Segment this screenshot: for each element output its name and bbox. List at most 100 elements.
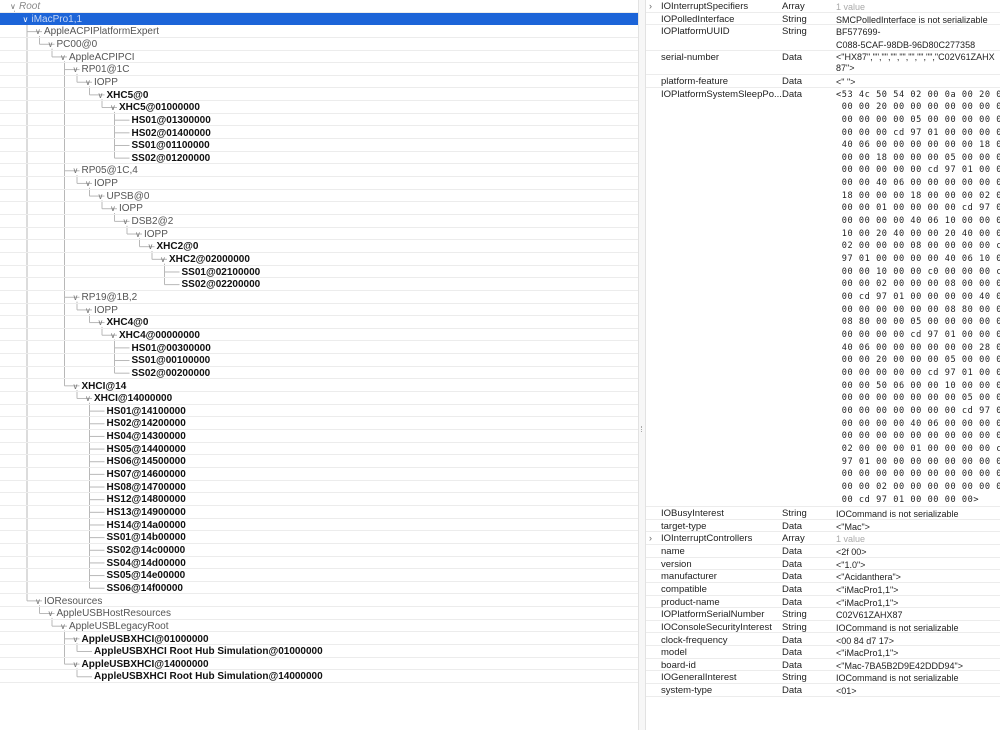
- tree-row[interactable]: SS06@14f00000: [0, 582, 638, 595]
- tree-row-selected[interactable]: ∨ iMacPro1,1: [0, 12, 638, 26]
- property-row[interactable]: system-type Data <01>: [646, 684, 1000, 697]
- tree-row[interactable]: SS02@14c00000: [0, 544, 638, 557]
- disclosure-chevron-down-icon[interactable]: ∨: [73, 635, 79, 644]
- disclosure-chevron-down-icon[interactable]: ∨: [48, 40, 54, 49]
- tree-row[interactable]: HS14@14a00000: [0, 519, 638, 532]
- tree-row[interactable]: ∨ RP19@1B,2: [0, 291, 638, 304]
- property-row[interactable]: › IOInterruptControllers Array 1 value: [646, 532, 1000, 545]
- tree-row[interactable]: ∨ AppleACPIPlatformExpert: [0, 25, 638, 38]
- disclosure-chevron-down-icon[interactable]: ∨: [135, 230, 141, 239]
- tree-row[interactable]: SS02@01200000: [0, 152, 638, 165]
- disclosure-chevron-right-icon[interactable]: ›: [649, 533, 652, 543]
- property-row[interactable]: compatible Data <"iMacPro1,1">: [646, 582, 1000, 596]
- tree-row[interactable]: HS13@14900000: [0, 506, 638, 519]
- tree-row[interactable]: HS01@14100000: [0, 405, 638, 418]
- disclosure-chevron-down-icon[interactable]: ∨: [10, 2, 16, 11]
- disclosure-chevron-down-icon[interactable]: ∨: [73, 660, 79, 669]
- tree-row[interactable]: ∨ RP05@1C,4: [0, 164, 638, 178]
- property-row[interactable]: platform-feature Data <" ">: [646, 74, 1000, 88]
- tree-row[interactable]: AppleUSBXHCI Root Hub Simulation@1400000…: [0, 670, 638, 684]
- tree-row[interactable]: HS02@01400000: [0, 127, 638, 140]
- tree-row[interactable]: HS01@00300000: [0, 342, 638, 355]
- registry-tree-pane[interactable]: ∨ Root ∨ iMacPro1,1 ∨ AppleACPIPlatformExpert…: [0, 0, 638, 730]
- tree-row[interactable]: SS01@02100000: [0, 266, 638, 279]
- tree-row[interactable]: ∨ IOPP: [0, 202, 638, 215]
- tree-row[interactable]: HS08@14700000: [0, 481, 638, 494]
- tree-row[interactable]: ∨ DSB2@2: [0, 215, 638, 228]
- disclosure-chevron-down-icon[interactable]: ∨: [85, 306, 91, 315]
- property-row[interactable]: IOPlatformSerialNumber String C02V61ZAHX87: [646, 608, 1000, 621]
- property-row[interactable]: product-name Data <"iMacPro1,1">: [646, 595, 1000, 609]
- tree-row[interactable]: HS04@14300000: [0, 430, 638, 443]
- disclosure-chevron-down-icon[interactable]: ∨: [73, 382, 79, 391]
- disclosure-chevron-down-icon[interactable]: ∨: [48, 609, 54, 618]
- disclosure-chevron-down-icon[interactable]: ∨: [85, 394, 91, 403]
- tree-row[interactable]: HS12@14800000: [0, 493, 638, 506]
- disclosure-chevron-down-icon[interactable]: ∨: [98, 318, 104, 327]
- property-row[interactable]: IOConsoleSecurityInterest String IOCommand…: [646, 620, 1000, 634]
- disclosure-chevron-down-icon[interactable]: ∨: [60, 53, 66, 62]
- tree-row[interactable]: HS05@14400000: [0, 443, 638, 456]
- tree-row[interactable]: AppleUSBXHCI Root Hub Simulation@0100000…: [0, 645, 638, 658]
- disclosure-chevron-down-icon[interactable]: ∨: [110, 331, 116, 340]
- disclosure-chevron-down-icon[interactable]: ∨: [73, 166, 79, 175]
- property-row[interactable]: › IOInterruptSpecifiers Array 1 value: [646, 0, 1000, 13]
- tree-row[interactable]: ∨ IOResources: [0, 595, 638, 608]
- tree-row[interactable]: ∨ Root: [0, 0, 638, 13]
- property-row[interactable]: clock-frequency Data <00 84 d7 17>: [646, 633, 1000, 647]
- disclosure-chevron-down-icon[interactable]: ∨: [110, 103, 116, 112]
- tree-row[interactable]: ∨ XHC5@01000000: [0, 101, 638, 114]
- disclosure-chevron-down-icon[interactable]: ∨: [123, 217, 129, 226]
- tree-row[interactable]: SS01@14b00000: [0, 531, 638, 544]
- disclosure-chevron-down-icon[interactable]: ∨: [73, 65, 79, 74]
- property-row[interactable]: serial-number Data <"HX87","","","","","",…: [646, 50, 1000, 75]
- tree-row[interactable]: ∨ IOPP: [0, 304, 638, 317]
- disclosure-chevron-down-icon[interactable]: ∨: [60, 622, 66, 631]
- tree-row[interactable]: ∨ IOPP: [0, 177, 638, 190]
- disclosure-chevron-down-icon[interactable]: ∨: [85, 78, 91, 87]
- tree-row[interactable]: HS02@14200000: [0, 417, 638, 431]
- tree-row[interactable]: SS04@14d00000: [0, 557, 638, 570]
- property-row[interactable]: IOPlatformUUID String BF577699- C088-5CAF-…: [646, 25, 1000, 51]
- property-row[interactable]: manufacturer Data <"Acidanthera">: [646, 570, 1000, 583]
- property-row[interactable]: IOBusyInterest String IOCommand is not ser…: [646, 507, 1000, 520]
- tree-row[interactable]: SS02@00200000: [0, 367, 638, 380]
- disclosure-chevron-right-icon[interactable]: ›: [649, 1, 652, 11]
- divider-grip-icon[interactable]: [641, 426, 644, 432]
- tree-row[interactable]: ∨ AppleUSBHostResources: [0, 607, 638, 620]
- tree-row[interactable]: ∨ AppleUSBXHCI@01000000: [0, 633, 638, 646]
- property-row[interactable]: IOPlatformSystemSleepPo... Data <53 4c 50 …: [646, 87, 1000, 507]
- disclosure-chevron-down-icon[interactable]: ∨: [98, 91, 104, 100]
- property-row[interactable]: target-type Data <"Mac">: [646, 519, 1000, 533]
- property-row[interactable]: name Data <2f 00>: [646, 544, 1000, 558]
- property-row[interactable]: IOPolledInterface String SMCPolledInterfac…: [646, 12, 1000, 26]
- tree-row[interactable]: ∨ AppleUSBXHCI@14000000: [0, 658, 638, 671]
- tree-row[interactable]: ∨ RP01@1C: [0, 63, 638, 76]
- tree-row[interactable]: ∨ XHC4@00000000: [0, 329, 638, 342]
- disclosure-chevron-down-icon[interactable]: ∨: [35, 597, 41, 606]
- disclosure-chevron-down-icon[interactable]: ∨: [85, 179, 91, 188]
- disclosure-chevron-down-icon[interactable]: ∨: [110, 204, 116, 213]
- tree-row[interactable]: ∨ XHC2@0: [0, 240, 638, 253]
- tree-row[interactable]: HS06@14500000: [0, 455, 638, 468]
- tree-row[interactable]: ∨ IOPP: [0, 76, 638, 89]
- tree-row[interactable]: ∨ XHC5@0: [0, 89, 638, 102]
- tree-row[interactable]: ∨ PC00@0: [0, 38, 638, 51]
- property-row[interactable]: board-id Data <"Mac-7BA5B2D9E42DDD94">: [646, 658, 1000, 672]
- tree-row[interactable]: ∨ AppleACPIPCI: [0, 51, 638, 64]
- tree-row[interactable]: ∨ XHCI@14: [0, 380, 638, 393]
- tree-row[interactable]: ∨ XHCI@14000000: [0, 392, 638, 405]
- disclosure-chevron-down-icon[interactable]: ∨: [148, 242, 154, 251]
- tree-row[interactable]: HS07@14600000: [0, 468, 638, 481]
- property-row[interactable]: model Data <"iMacPro1,1">: [646, 646, 1000, 659]
- tree-row[interactable]: ∨ XHC2@02000000: [0, 253, 638, 266]
- properties-pane[interactable]: › IOInterruptSpecifiers Array 1 value IOPoll…: [646, 0, 1000, 730]
- disclosure-chevron-down-icon[interactable]: ∨: [35, 27, 41, 36]
- tree-row[interactable]: ∨ UPSB@0: [0, 190, 638, 203]
- disclosure-chevron-down-icon[interactable]: ∨: [23, 15, 29, 24]
- property-row[interactable]: version Data <"1.0">: [646, 557, 1000, 571]
- disclosure-chevron-down-icon[interactable]: ∨: [73, 293, 79, 302]
- disclosure-chevron-down-icon[interactable]: ∨: [160, 255, 166, 264]
- split-view-divider[interactable]: [638, 0, 646, 730]
- tree-row[interactable]: HS01@01300000: [0, 114, 638, 127]
